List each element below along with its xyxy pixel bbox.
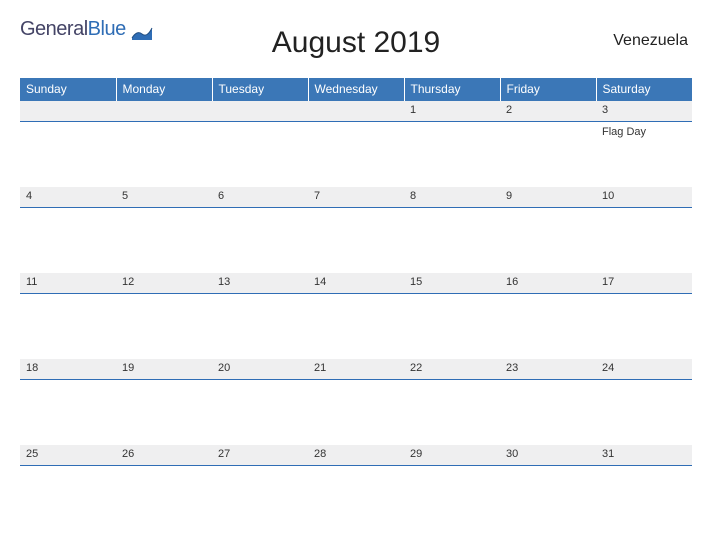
calendar-day-cell <box>20 101 116 187</box>
calendar-week-row: 25262728293031 <box>20 445 692 531</box>
weekday-header: Friday <box>500 78 596 101</box>
day-number: 10 <box>596 187 692 208</box>
calendar-day-cell: 19 <box>116 359 212 445</box>
day-number: 20 <box>212 359 308 380</box>
calendar-day-cell: 29 <box>404 445 500 531</box>
calendar-day-cell: 1 <box>404 101 500 187</box>
day-number: 13 <box>212 273 308 294</box>
calendar-day-cell <box>116 101 212 187</box>
day-number <box>20 101 116 122</box>
calendar-day-cell: 31 <box>596 445 692 531</box>
day-number: 2 <box>500 101 596 122</box>
calendar-day-cell: 23 <box>500 359 596 445</box>
day-number: 6 <box>212 187 308 208</box>
calendar-day-cell: 24 <box>596 359 692 445</box>
brand-logo: GeneralBlue <box>20 18 154 44</box>
calendar-day-cell <box>308 101 404 187</box>
day-number: 15 <box>404 273 500 294</box>
day-number: 29 <box>404 445 500 466</box>
day-number: 12 <box>116 273 212 294</box>
day-number: 9 <box>500 187 596 208</box>
day-number: 17 <box>596 273 692 294</box>
calendar-day-cell: 12 <box>116 273 212 359</box>
calendar-day-cell: 10 <box>596 187 692 273</box>
weekday-header: Monday <box>116 78 212 101</box>
day-number: 4 <box>20 187 116 208</box>
globe-icon <box>130 20 154 44</box>
day-number: 7 <box>308 187 404 208</box>
calendar-day-cell: 22 <box>404 359 500 445</box>
weekday-header: Wednesday <box>308 78 404 101</box>
day-number: 30 <box>500 445 596 466</box>
weekday-header-row: Sunday Monday Tuesday Wednesday Thursday… <box>20 78 692 101</box>
calendar-day-cell: 20 <box>212 359 308 445</box>
calendar-day-cell: 26 <box>116 445 212 531</box>
day-number: 21 <box>308 359 404 380</box>
calendar-day-cell: 14 <box>308 273 404 359</box>
day-number: 27 <box>212 445 308 466</box>
calendar-day-cell: 3Flag Day <box>596 101 692 187</box>
day-number: 3 <box>596 101 692 122</box>
calendar-day-cell: 16 <box>500 273 596 359</box>
calendar-day-cell: 11 <box>20 273 116 359</box>
day-number: 8 <box>404 187 500 208</box>
header: GeneralBlue August 2019 Venezuela <box>20 18 692 74</box>
day-number: 18 <box>20 359 116 380</box>
day-number: 25 <box>20 445 116 466</box>
calendar-day-cell: 30 <box>500 445 596 531</box>
calendar-day-cell: 28 <box>308 445 404 531</box>
weekday-header: Thursday <box>404 78 500 101</box>
calendar-table: Sunday Monday Tuesday Wednesday Thursday… <box>20 78 692 531</box>
day-number: 11 <box>20 273 116 294</box>
brand-word-1: General <box>20 18 88 41</box>
day-number: 28 <box>308 445 404 466</box>
day-number: 26 <box>116 445 212 466</box>
calendar-day-cell: 13 <box>212 273 308 359</box>
day-number <box>116 101 212 122</box>
day-number: 5 <box>116 187 212 208</box>
country-label: Venezuela <box>613 32 688 50</box>
calendar-day-cell: 8 <box>404 187 500 273</box>
day-number: 23 <box>500 359 596 380</box>
day-event: Flag Day <box>596 122 692 140</box>
calendar-week-row: 123Flag Day <box>20 101 692 187</box>
calendar-day-cell: 15 <box>404 273 500 359</box>
calendar-day-cell: 6 <box>212 187 308 273</box>
calendar-week-row: 45678910 <box>20 187 692 273</box>
calendar-day-cell: 5 <box>116 187 212 273</box>
day-number: 31 <box>596 445 692 466</box>
calendar-day-cell: 9 <box>500 187 596 273</box>
day-number <box>212 101 308 122</box>
calendar-day-cell: 2 <box>500 101 596 187</box>
calendar-day-cell: 21 <box>308 359 404 445</box>
calendar-day-cell: 17 <box>596 273 692 359</box>
brand-word-2: Blue <box>88 18 126 41</box>
weekday-header: Saturday <box>596 78 692 101</box>
calendar-day-cell: 18 <box>20 359 116 445</box>
calendar-day-cell: 7 <box>308 187 404 273</box>
calendar-week-row: 18192021222324 <box>20 359 692 445</box>
day-number: 24 <box>596 359 692 380</box>
day-number: 19 <box>116 359 212 380</box>
day-number: 16 <box>500 273 596 294</box>
weekday-header: Tuesday <box>212 78 308 101</box>
calendar-body: 123Flag Day45678910111213141516171819202… <box>20 101 692 531</box>
calendar-week-row: 11121314151617 <box>20 273 692 359</box>
day-number: 1 <box>404 101 500 122</box>
calendar-day-cell: 25 <box>20 445 116 531</box>
calendar-day-cell: 27 <box>212 445 308 531</box>
day-number: 14 <box>308 273 404 294</box>
weekday-header: Sunday <box>20 78 116 101</box>
calendar-day-cell <box>212 101 308 187</box>
day-number: 22 <box>404 359 500 380</box>
day-number <box>308 101 404 122</box>
calendar-day-cell: 4 <box>20 187 116 273</box>
